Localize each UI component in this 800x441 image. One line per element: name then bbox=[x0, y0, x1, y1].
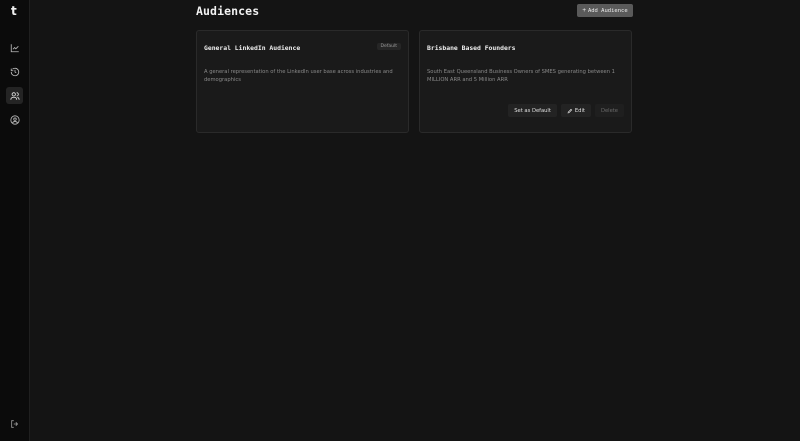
audience-name: General LinkedIn Audience bbox=[204, 44, 301, 52]
users-icon bbox=[9, 91, 20, 100]
main-content: Audiences + Add Audience General LinkedI… bbox=[29, 0, 800, 441]
edit-label: Edit bbox=[574, 107, 585, 114]
set-default-label: Set as Default bbox=[514, 107, 551, 114]
nav-profile[interactable] bbox=[6, 111, 23, 128]
audience-card[interactable]: Brisbane Based Founders South East Queen… bbox=[419, 30, 632, 133]
pencil-icon bbox=[567, 108, 573, 113]
add-audience-label: Add Audience bbox=[587, 7, 628, 14]
page-title: Audiences bbox=[196, 4, 260, 18]
audience-name: Brisbane Based Founders bbox=[427, 44, 516, 52]
add-audience-button[interactable]: + Add Audience bbox=[577, 4, 633, 17]
sidebar: t bbox=[0, 0, 30, 441]
delete-button[interactable]: Delete bbox=[594, 104, 624, 117]
app-logo[interactable]: t bbox=[11, 5, 17, 17]
logout-icon[interactable] bbox=[10, 419, 20, 429]
set-default-button[interactable]: Set as Default bbox=[508, 104, 557, 117]
plus-icon: + bbox=[582, 7, 586, 14]
line-chart-icon bbox=[10, 43, 19, 52]
nav-audiences[interactable] bbox=[6, 87, 23, 104]
history-icon bbox=[10, 67, 19, 76]
audience-description: A general representation of the LinkedIn… bbox=[204, 69, 393, 83]
audience-description: South East Queensland Business Owners of… bbox=[427, 69, 615, 83]
default-badge: Default bbox=[376, 43, 401, 50]
audience-actions: Set as Default Edit Delete bbox=[508, 104, 624, 117]
delete-label: Delete bbox=[600, 107, 618, 114]
nav-history[interactable] bbox=[6, 63, 23, 80]
edit-button[interactable]: Edit bbox=[560, 104, 591, 117]
audience-card[interactable]: General LinkedIn Audience Default A gene… bbox=[196, 30, 409, 133]
user-circle-icon bbox=[9, 114, 20, 125]
nav-analytics[interactable] bbox=[6, 39, 23, 56]
